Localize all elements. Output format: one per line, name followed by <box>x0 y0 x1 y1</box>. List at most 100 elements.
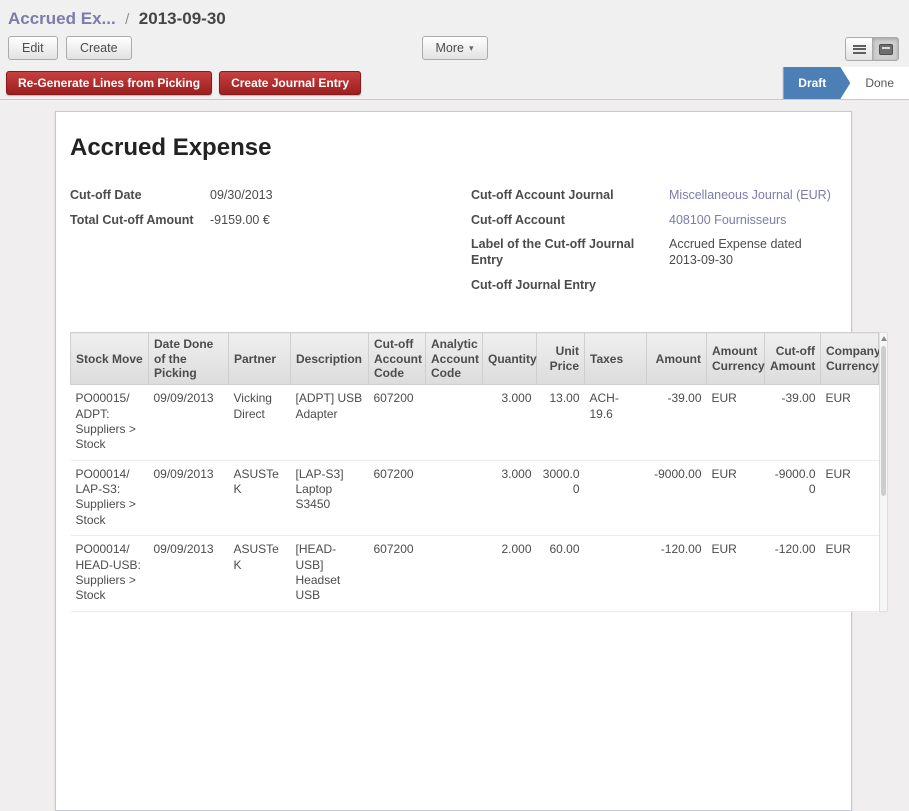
more-dropdown-button[interactable]: More ▾ <box>421 36 487 60</box>
table-cell: PO00014/ HEAD-USB: Suppliers > Stock <box>71 536 149 611</box>
table-cell: -39.00 <box>647 385 707 460</box>
create-button[interactable]: Create <box>66 36 132 60</box>
field-label: Total Cut-off Amount <box>70 213 210 229</box>
table-cell: ASUSTeK <box>229 536 291 611</box>
create-journal-entry-button[interactable]: Create Journal Entry <box>219 71 361 95</box>
column-header[interactable]: Amount Currency <box>707 333 765 385</box>
list-view-button[interactable] <box>845 37 872 61</box>
table-cell: 13.00 <box>537 385 585 460</box>
lines-table: Stock Move Date Done of the Picking Part… <box>70 332 879 611</box>
column-header[interactable]: Unit Price <box>537 333 585 385</box>
table-cell: 3.000 <box>483 460 537 535</box>
table-cell: 09/09/2013 <box>149 536 229 611</box>
table-cell: 3.000 <box>483 385 537 460</box>
table-cell: 3000.00 <box>537 460 585 535</box>
field-value: 09/30/2013 <box>210 188 273 204</box>
table-cell: -9000.00 <box>765 460 821 535</box>
table-cell: -120.00 <box>765 536 821 611</box>
table-cell: -39.00 <box>765 385 821 460</box>
edit-button[interactable]: Edit <box>8 36 58 60</box>
column-header[interactable]: Taxes <box>585 333 647 385</box>
account-link[interactable]: 408100 Fournisseurs <box>669 213 786 229</box>
field-label: Label of the Cut-off Journal Entry <box>471 237 669 268</box>
table-cell: 607200 <box>369 385 426 460</box>
table-cell: EUR <box>707 460 765 535</box>
field-cutoff-journal-entry: Cut-off Journal Entry <box>471 278 837 294</box>
column-header[interactable]: Quantity <box>483 333 537 385</box>
field-cutoff-date: Cut-off Date 09/30/2013 <box>70 188 471 204</box>
list-icon <box>853 45 866 54</box>
table-cell: 607200 <box>369 536 426 611</box>
column-header[interactable]: Amount <box>647 333 707 385</box>
action-bar: Re-Generate Lines from Picking Create Jo… <box>0 67 909 100</box>
regenerate-lines-button[interactable]: Re-Generate Lines from Picking <box>6 71 212 95</box>
view-switcher <box>845 37 899 61</box>
field-cutoff-account: Cut-off Account 408100 Fournisseurs <box>471 213 837 229</box>
table-cell: PO00015/ ADPT: Suppliers > Stock <box>71 385 149 460</box>
field-label: Cut-off Date <box>70 188 210 204</box>
form-sheet: Accrued Expense Cut-off Date 09/30/2013 … <box>55 111 852 811</box>
column-header[interactable]: Description <box>291 333 369 385</box>
field-label: Cut-off Journal Entry <box>471 278 669 294</box>
breadcrumb: Accrued Ex... / 2013-09-30 <box>0 0 909 31</box>
column-header[interactable]: Company Currency <box>821 333 879 385</box>
field-total-cutoff-amount: Total Cut-off Amount -9159.00 € <box>70 213 471 229</box>
journal-link[interactable]: Miscellaneous Journal (EUR) <box>669 188 831 204</box>
table-cell: [HEAD-USB] Headset USB <box>291 536 369 611</box>
table-cell <box>426 385 483 460</box>
field-value: -9159.00 € <box>210 213 270 229</box>
table-cell <box>585 460 647 535</box>
table-cell: 09/09/2013 <box>149 460 229 535</box>
breadcrumb-current: 2013-09-30 <box>139 9 226 28</box>
table-cell: EUR <box>707 536 765 611</box>
table-cell: ACH-19.6 <box>585 385 647 460</box>
field-cutoff-account-journal: Cut-off Account Journal Miscellaneous Jo… <box>471 188 837 204</box>
table-cell: Vicking Direct <box>229 385 291 460</box>
statusbar: Draft Done <box>782 67 909 99</box>
status-step-done: Done <box>850 67 909 99</box>
column-header[interactable]: Partner <box>229 333 291 385</box>
more-label: More <box>435 41 463 55</box>
scroll-up-arrow-icon[interactable] <box>881 336 887 341</box>
lines-table-zone: Stock Move Date Done of the Picking Part… <box>70 332 888 611</box>
field-group: Cut-off Date 09/30/2013 Total Cut-off Am… <box>70 188 837 302</box>
table-cell: -9000.00 <box>647 460 707 535</box>
table-cell: EUR <box>821 536 879 611</box>
field-label: Cut-off Account <box>471 213 669 229</box>
table-row[interactable]: PO00014/ LAP-S3: Suppliers > Stock09/09/… <box>71 460 879 535</box>
table-cell: PO00014/ LAP-S3: Suppliers > Stock <box>71 460 149 535</box>
page-title: Accrued Expense <box>70 134 837 162</box>
breadcrumb-parent-link[interactable]: Accrued Ex... <box>8 9 116 28</box>
field-value: Accrued Expense dated 2013-09-30 <box>669 237 811 268</box>
table-row[interactable]: PO00014/ HEAD-USB: Suppliers > Stock09/0… <box>71 536 879 611</box>
table-row[interactable]: PO00015/ ADPT: Suppliers > Stock09/09/20… <box>71 385 879 460</box>
table-cell: EUR <box>821 385 879 460</box>
table-cell <box>585 536 647 611</box>
status-step-draft: Draft <box>783 67 850 99</box>
scrollbar-thumb[interactable] <box>881 346 886 496</box>
table-cell: EUR <box>821 460 879 535</box>
table-cell: [ADPT] USB Adapter <box>291 385 369 460</box>
table-cell: ASUSTeK <box>229 460 291 535</box>
table-header-row: Stock Move Date Done of the Picking Part… <box>71 333 879 385</box>
column-header[interactable]: Cut-off Amount <box>765 333 821 385</box>
table-cell: 2.000 <box>483 536 537 611</box>
form-icon <box>879 44 893 55</box>
table-cell: -120.00 <box>647 536 707 611</box>
column-header[interactable]: Analytic Account Code <box>426 333 483 385</box>
table-cell: [LAP-S3] Laptop S3450 <box>291 460 369 535</box>
table-cell <box>426 460 483 535</box>
column-header[interactable]: Cut-off Account Code <box>369 333 426 385</box>
field-label: Cut-off Account Journal <box>471 188 669 204</box>
table-cell: 60.00 <box>537 536 585 611</box>
table-cell: 09/09/2013 <box>149 385 229 460</box>
chevron-down-icon: ▾ <box>469 43 474 54</box>
form-view-button[interactable] <box>872 37 899 61</box>
table-scrollbar[interactable] <box>879 332 888 611</box>
column-header[interactable]: Stock Move <box>71 333 149 385</box>
table-cell: 607200 <box>369 460 426 535</box>
field-journal-entry-label: Label of the Cut-off Journal Entry Accru… <box>471 237 837 268</box>
column-header[interactable]: Date Done of the Picking <box>149 333 229 385</box>
breadcrumb-separator: / <box>125 11 129 28</box>
toolbar: Edit Create More ▾ <box>0 31 909 67</box>
